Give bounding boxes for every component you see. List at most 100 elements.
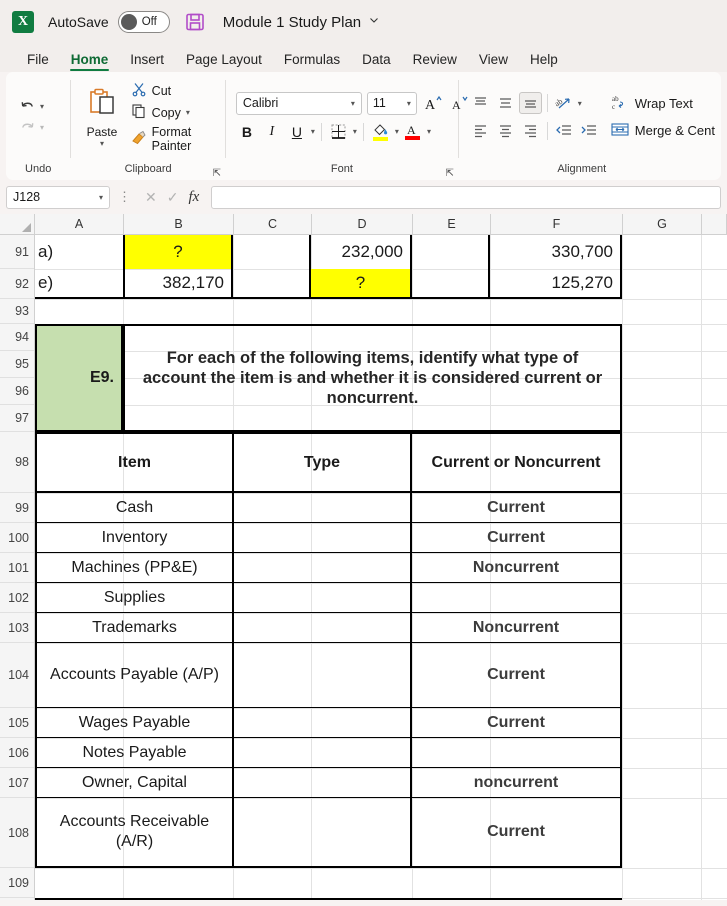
cut-button[interactable]: Cut xyxy=(131,81,219,100)
align-left-icon[interactable] xyxy=(469,120,492,142)
tab-home[interactable]: Home xyxy=(62,50,118,72)
column-header-b[interactable]: B xyxy=(124,214,234,234)
tab-insert[interactable]: Insert xyxy=(121,50,173,72)
row-header-103[interactable]: 103 xyxy=(0,613,34,643)
row-header-91[interactable]: 91 xyxy=(0,235,34,269)
column-header-d[interactable]: D xyxy=(312,214,413,234)
row-header-101[interactable]: 101 xyxy=(0,553,34,583)
paste-button[interactable]: Paste ▾ xyxy=(77,86,126,148)
table-cell-current[interactable]: Noncurrent xyxy=(412,613,622,643)
row-header-97[interactable]: 97 xyxy=(0,405,34,432)
fill-color-chevron-down-icon[interactable]: ▾ xyxy=(395,127,399,136)
cell-c92[interactable] xyxy=(233,269,311,299)
grow-font-icon[interactable]: A xyxy=(422,92,444,114)
cancel-icon[interactable]: ✕ xyxy=(145,189,157,206)
font-name-select[interactable]: Calibri ▾ xyxy=(235,91,362,115)
font-color-chevron-down-icon[interactable]: ▾ xyxy=(427,127,431,136)
cell-d91[interactable]: 232,000 xyxy=(311,235,412,269)
table-cell-type[interactable] xyxy=(234,493,412,523)
row-header-108[interactable]: 108 xyxy=(0,798,34,868)
name-box[interactable]: J128 ▾ xyxy=(6,185,110,209)
column-header-g[interactable]: G xyxy=(623,214,702,234)
chevron-down-icon[interactable] xyxy=(368,13,380,31)
borders-chevron-down-icon[interactable]: ▾ xyxy=(353,127,357,136)
table-cell-current[interactable]: Current xyxy=(412,708,622,738)
table-row[interactable]: Wages Payable xyxy=(35,708,234,738)
row-header-107[interactable]: 107 xyxy=(0,768,34,798)
tab-help[interactable]: Help xyxy=(521,50,567,72)
row-header-105[interactable]: 105 xyxy=(0,708,34,738)
select-all-corner[interactable] xyxy=(0,214,35,234)
table-cell-current[interactable]: Current xyxy=(412,643,622,708)
row-header-98[interactable]: 98 xyxy=(0,432,34,493)
table-row[interactable]: Cash xyxy=(35,493,234,523)
table-row[interactable]: Accounts Payable (A/P) xyxy=(35,643,234,708)
format-painter-button[interactable]: Format Painter xyxy=(131,125,219,153)
table-header-type[interactable]: Type xyxy=(234,432,412,493)
row-header-104[interactable]: 104 xyxy=(0,643,34,708)
undo-icon[interactable] xyxy=(18,97,37,116)
formula-bar-grip[interactable]: ⋮ xyxy=(116,189,133,205)
column-header-c[interactable]: C xyxy=(234,214,312,234)
cell-d92[interactable]: ? xyxy=(311,269,412,299)
table-cell-type[interactable] xyxy=(234,523,412,553)
wrap-text-button[interactable]: ab c Wrap Text xyxy=(611,94,715,114)
cell-e9-number[interactable]: E9. xyxy=(35,324,123,432)
align-middle-icon[interactable] xyxy=(494,92,517,114)
cell-f91[interactable]: 330,700 xyxy=(490,235,622,269)
table-row[interactable]: Trademarks xyxy=(35,613,234,643)
cell-next-block-number[interactable] xyxy=(35,898,123,900)
italic-button[interactable]: I xyxy=(261,121,283,143)
cell-e92[interactable] xyxy=(412,269,490,299)
table-cell-current[interactable] xyxy=(412,583,622,613)
row-header-102[interactable]: 102 xyxy=(0,583,34,613)
table-cell-type[interactable] xyxy=(234,643,412,708)
align-bottom-icon[interactable] xyxy=(518,92,542,114)
underline-chevron-down-icon[interactable]: ▾ xyxy=(311,127,315,136)
table-cell-type[interactable] xyxy=(234,798,412,868)
decrease-indent-icon[interactable] xyxy=(553,120,576,142)
document-title[interactable]: Module 1 Study Plan xyxy=(223,14,361,31)
orientation-chevron-down-icon[interactable]: ▾ xyxy=(578,99,582,108)
borders-icon[interactable] xyxy=(328,121,350,143)
table-cell-type[interactable] xyxy=(234,583,412,613)
column-header-a[interactable]: A xyxy=(35,214,124,234)
tab-file[interactable]: File xyxy=(18,50,58,72)
row-header-94[interactable]: 94 xyxy=(0,324,34,351)
table-header-item[interactable]: Item xyxy=(35,432,234,493)
row-header-92[interactable]: 92 xyxy=(0,269,34,299)
table-row[interactable]: Supplies xyxy=(35,583,234,613)
table-cell-current[interactable] xyxy=(412,738,622,768)
row-header-95[interactable]: 95 xyxy=(0,351,34,378)
tab-page-layout[interactable]: Page Layout xyxy=(177,50,271,72)
bold-button[interactable]: B xyxy=(236,121,258,143)
table-cell-type[interactable] xyxy=(234,708,412,738)
row-header-100[interactable]: 100 xyxy=(0,523,34,553)
cell-e91[interactable] xyxy=(412,235,490,269)
merge-center-button[interactable]: Merge & Cent xyxy=(611,121,715,141)
row-header-109[interactable]: 109 xyxy=(0,868,34,898)
clipboard-dialog-launcher-icon[interactable]: ⇱ xyxy=(213,168,221,179)
table-row[interactable]: Inventory xyxy=(35,523,234,553)
table-cell-type[interactable] xyxy=(234,768,412,798)
column-header-h[interactable] xyxy=(702,214,727,234)
cell-b92[interactable]: 382,170 xyxy=(123,269,233,299)
align-center-icon[interactable] xyxy=(494,120,517,142)
table-cell-current[interactable]: noncurrent xyxy=(412,768,622,798)
name-box-chevron-down-icon[interactable]: ▾ xyxy=(99,193,103,202)
copy-dropdown-chevron-down-icon[interactable]: ▾ xyxy=(186,108,190,117)
row-header-99[interactable]: 99 xyxy=(0,493,34,523)
cell-a91[interactable]: a) xyxy=(35,235,123,269)
copy-button[interactable]: Copy ▾ xyxy=(131,103,219,122)
font-size-select[interactable]: 11 ▾ xyxy=(366,91,417,115)
table-cell-current[interactable]: Noncurrent xyxy=(412,553,622,583)
cell-b91[interactable]: ? xyxy=(123,235,233,269)
align-top-icon[interactable] xyxy=(469,92,492,114)
table-cell-type[interactable] xyxy=(234,553,412,583)
paste-dropdown-chevron-down-icon[interactable]: ▾ xyxy=(100,139,104,148)
underline-button[interactable]: U xyxy=(286,121,308,143)
cell-next-block-instruction[interactable] xyxy=(123,898,622,900)
increase-indent-icon[interactable] xyxy=(578,120,601,142)
table-cell-type[interactable] xyxy=(234,613,412,643)
table-cell-current[interactable]: Current xyxy=(412,523,622,553)
